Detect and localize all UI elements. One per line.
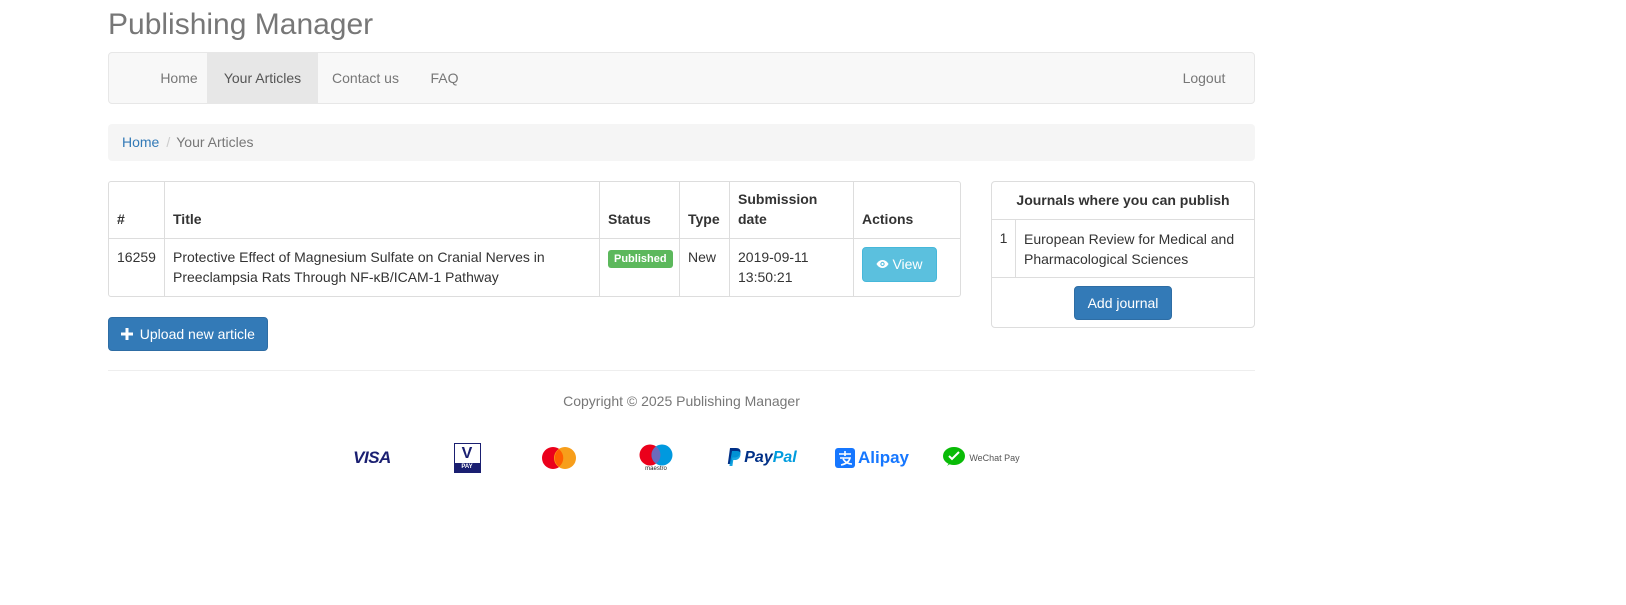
journals-panel: Journals where you can publish 1 Europea… [991, 181, 1255, 328]
article-type: New [680, 239, 730, 296]
breadcrumb-current: Your Articles [176, 134, 254, 150]
plus-icon [121, 325, 138, 344]
column-header-submission-date: Submission date [730, 182, 854, 238]
upload-button-label: Upload new article [139, 326, 255, 342]
nav-logout[interactable]: Logout [1167, 53, 1241, 103]
column-header-status: Status [600, 182, 680, 238]
paypal-icon [727, 447, 741, 469]
article-id: 16259 [109, 239, 165, 296]
status-badge: Published [608, 250, 673, 268]
add-journal-button[interactable]: Add journal [1074, 286, 1172, 320]
list-item: 1 European Review for Medical and Pharma… [992, 220, 1254, 278]
app-title: Publishing Manager [108, 8, 374, 41]
breadcrumb-home[interactable]: Home [122, 134, 159, 150]
top-navbar: Home Your Articles Contact us FAQ Logout [108, 52, 1255, 104]
article-title: Protective Effect of Magnesium Sulfate o… [165, 239, 600, 296]
alipay-icon [834, 448, 855, 468]
column-header-actions: Actions [862, 211, 914, 227]
eye-icon [876, 248, 889, 281]
column-header-number: # [109, 182, 165, 238]
view-button-label: View [892, 256, 923, 272]
alipay-logo: Alipay [832, 440, 912, 476]
table-header-row: # Title Status Type Submission date Acti… [109, 182, 960, 239]
nav-contact-us[interactable]: Contact us [318, 53, 413, 103]
wechat-pay-logo: WeChat Pay [941, 440, 1021, 476]
footer-divider [108, 370, 1255, 371]
vpay-logo: V PAY [452, 440, 482, 476]
articles-table: # Title Status Type Submission date Acti… [108, 181, 961, 297]
paypal-logo: Pay Pal [722, 440, 802, 476]
nav-faq[interactable]: FAQ [414, 53, 475, 103]
table-row: 16259 Protective Effect of Magnesium Sul… [109, 239, 960, 296]
view-article-button[interactable]: View [862, 247, 937, 282]
column-header-type: Type [680, 182, 730, 238]
journal-index: 1 [992, 220, 1016, 277]
breadcrumb-separator: / [166, 134, 171, 150]
copyright-text: Copyright © 2025 Publishing Manager [563, 393, 800, 409]
maestro-logo: maestro [638, 440, 674, 476]
column-header-title: Title [165, 182, 600, 238]
article-actions-cell: View [854, 239, 960, 296]
payment-logos: VISA V PAY maestro Pay Pal Alipay WeChat… [108, 440, 1255, 476]
journals-heading: Journals where you can publish [992, 182, 1254, 220]
nav-your-articles[interactable]: Your Articles [207, 53, 318, 103]
wechat-icon [942, 446, 966, 471]
journal-name: European Review for Medical and Pharmaco… [1024, 231, 1235, 267]
article-status-cell: Published [600, 239, 680, 296]
upload-new-article-button[interactable]: Upload new article [108, 317, 268, 351]
breadcrumb: Home / Your Articles [108, 124, 1255, 161]
visa-logo: VISA [353, 448, 391, 467]
mastercard-logo [541, 440, 577, 476]
article-submission-date: 2019-09-11 13:50:21 [730, 239, 854, 296]
